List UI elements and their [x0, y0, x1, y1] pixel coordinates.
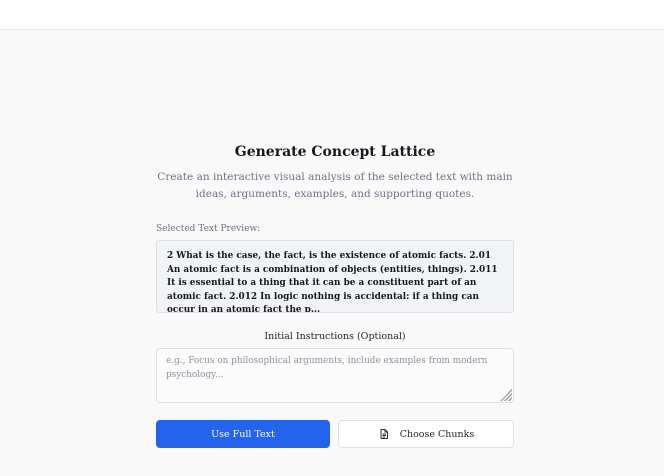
concept-lattice-panel: Generate Concept Lattice Create an inter… — [156, 142, 514, 448]
use-full-text-button[interactable]: Use Full Text — [156, 420, 330, 448]
choose-chunks-button[interactable]: Choose Chunks — [338, 420, 514, 448]
instructions-textarea[interactable] — [156, 348, 514, 403]
choose-chunks-label: Choose Chunks — [399, 428, 475, 440]
selected-text-label: Selected Text Preview: — [156, 224, 261, 234]
action-buttons: Use Full Text Choose Chunks — [156, 420, 514, 448]
instructions-field-wrapper — [156, 348, 514, 403]
resize-handle-icon[interactable] — [500, 389, 512, 401]
page-title: Generate Concept Lattice — [234, 144, 436, 160]
use-full-text-label: Use Full Text — [211, 428, 275, 440]
page-subtitle: Create an interactive visual analysis of… — [157, 171, 513, 200]
document-icon — [378, 428, 390, 440]
instructions-label: Initial Instructions (Optional) — [264, 331, 406, 342]
selected-text-preview: 2 What is the case, the fact, is the exi… — [156, 240, 514, 313]
top-bar — [0, 0, 664, 30]
